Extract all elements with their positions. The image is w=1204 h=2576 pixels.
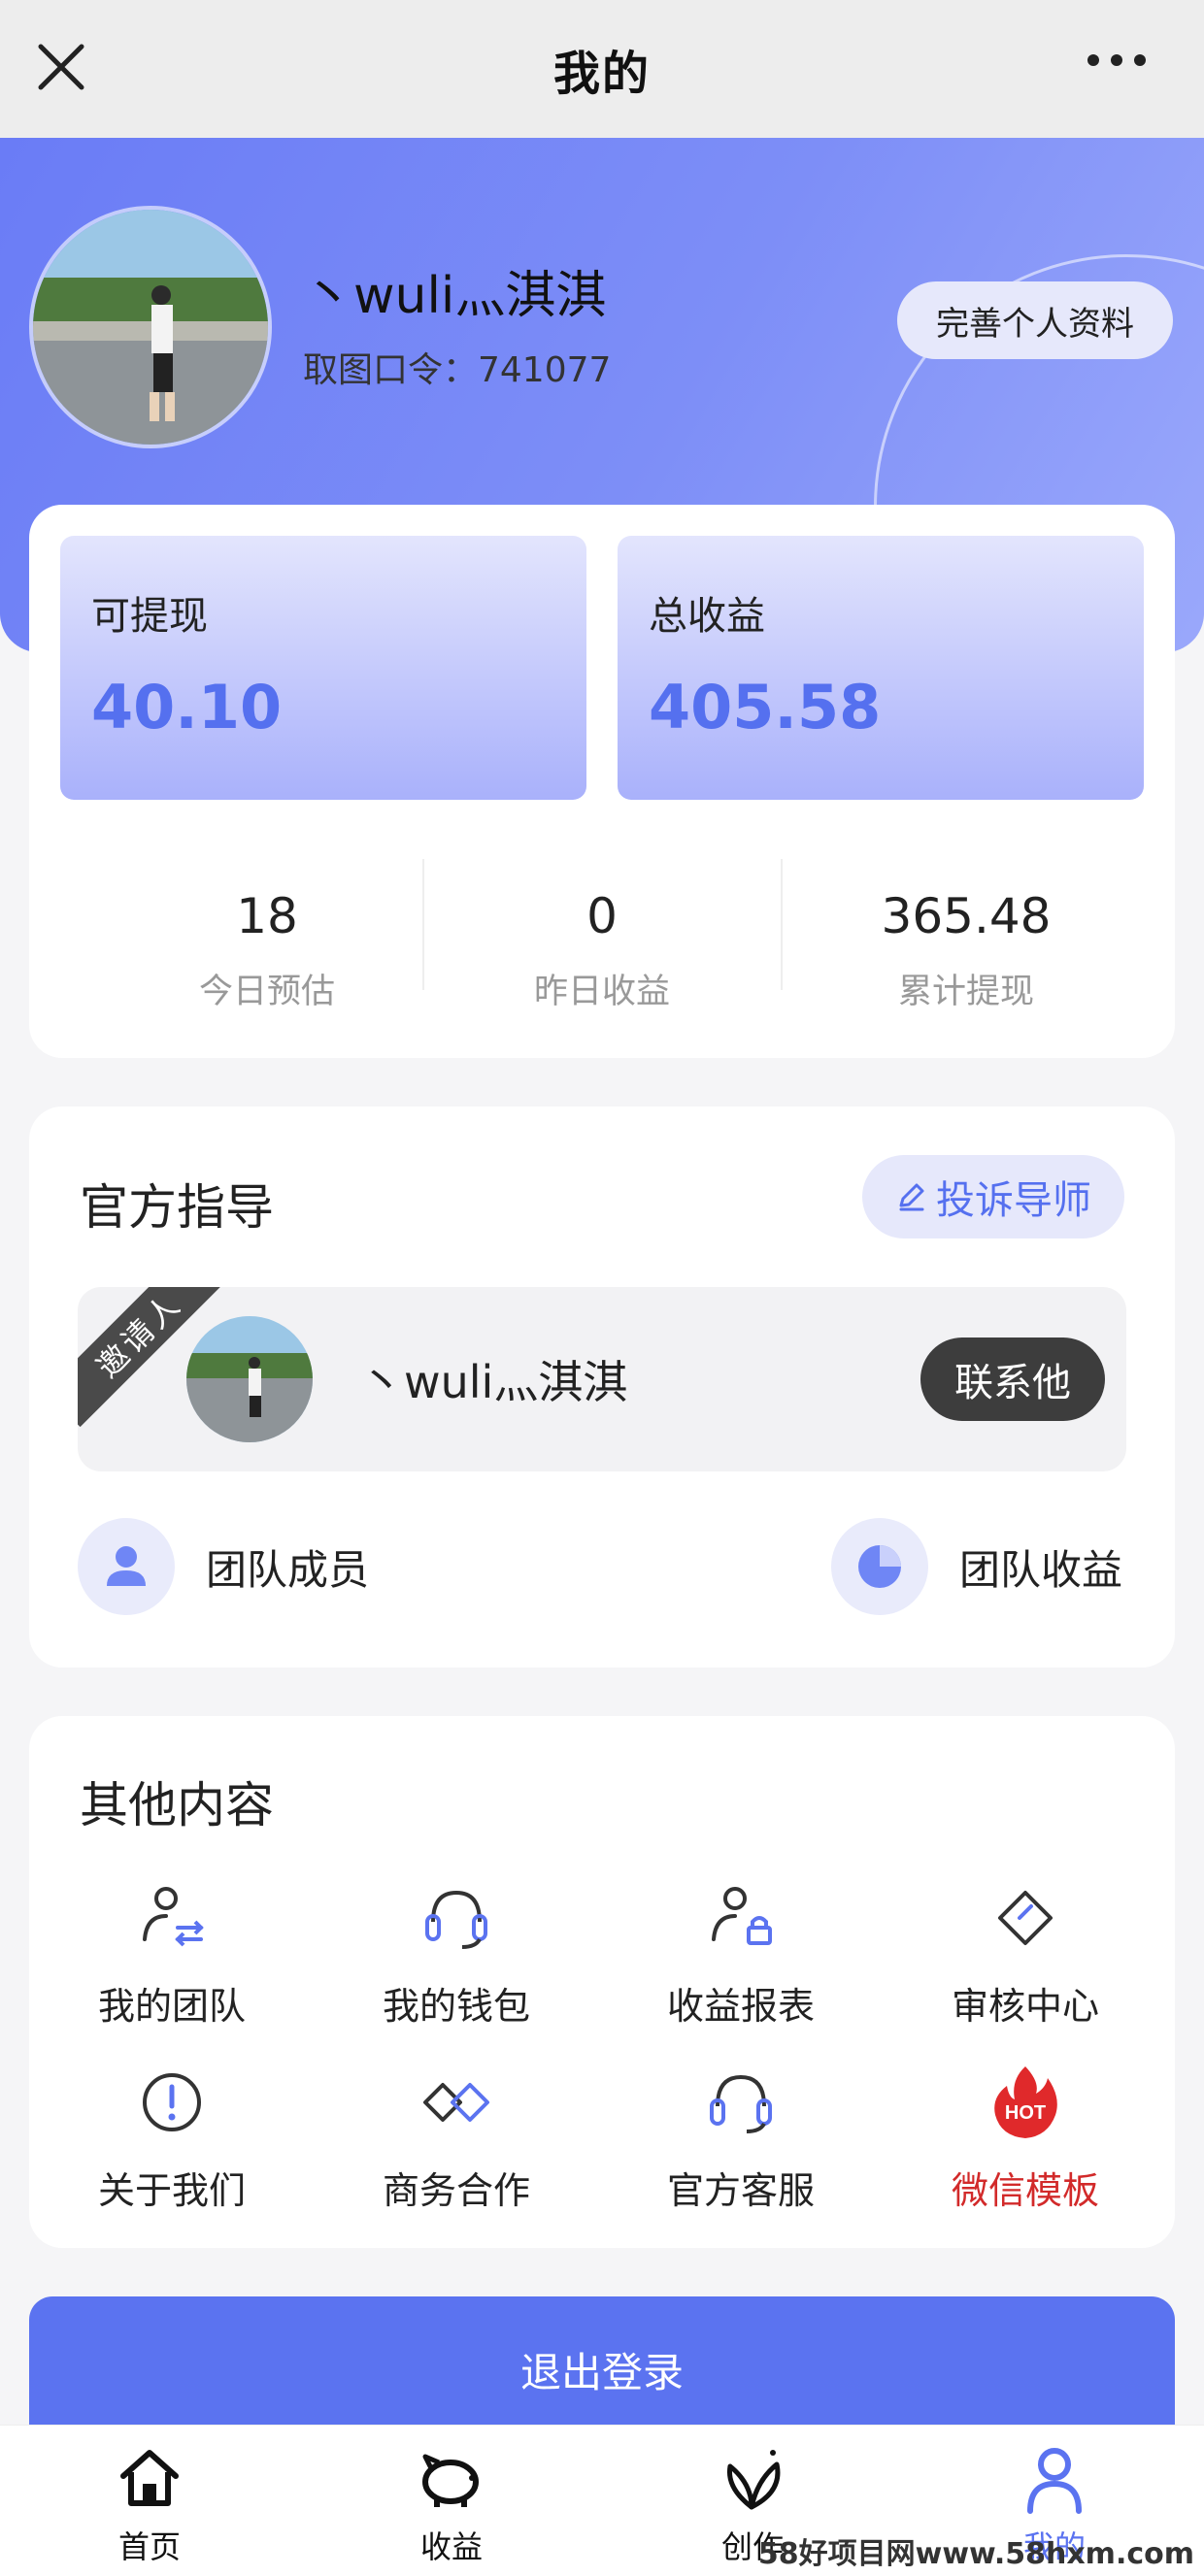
edit-icon (899, 1183, 924, 1211)
inviter-panel: 邀请人 丶wuli灬淇淇 联系他 (78, 1287, 1126, 1471)
close-icon[interactable] (35, 41, 87, 93)
user-icon (1027, 2448, 1082, 2514)
bottom-tab-bar: 首页 收益 创作 我的 58好项目网www.58hxm.com (0, 2425, 1204, 2576)
code-label: 取图口令：741077 (303, 350, 612, 390)
tab-earnings[interactable]: 收益 (374, 2439, 529, 2567)
stat-label: 昨日收益 (533, 973, 670, 1011)
team-members-label: 团队成员 (206, 1545, 370, 1594)
team-earnings-label: 团队收益 (959, 1545, 1123, 1594)
stat-total-withdrawn: 365.48 累计提现 (786, 859, 1146, 1011)
review-icon (998, 1891, 1053, 1945)
complain-mentor-label: 投诉导师 (936, 1179, 1091, 1222)
stat-value: 18 (236, 888, 298, 944)
top-navigation-bar: 我的 (0, 0, 1204, 138)
section-title: 其他内容 (80, 1777, 274, 1833)
divider (781, 859, 783, 990)
complain-mentor-button[interactable]: 投诉导师 (862, 1155, 1124, 1238)
inviter-name: 丶wuli灬淇淇 (359, 1356, 628, 1408)
team-earnings-entry[interactable]: 团队收益 (831, 1518, 1122, 1615)
total-earnings-box[interactable]: 总收益 405.58 (618, 536, 1144, 800)
earnings-card: 可提现 40.10 总收益 405.58 18 今日预估 0 昨日收益 365.… (29, 505, 1175, 1058)
headset-icon (710, 2074, 772, 2133)
person-icon (78, 1518, 175, 1615)
svg-text:HOT: HOT (1005, 2102, 1046, 2124)
total-earnings-value: 405.58 (649, 672, 882, 743)
page-title: 我的 (552, 47, 651, 101)
home-icon (120, 2450, 179, 2506)
item-label: 我的钱包 (382, 1985, 530, 2028)
tab-label: 首页 (117, 2528, 181, 2565)
item-label: 我的团队 (97, 1985, 246, 2028)
more-icon[interactable] (1087, 54, 1146, 66)
withdrawable-box[interactable]: 可提现 40.10 (60, 536, 586, 800)
leaf-icon (726, 2450, 781, 2510)
wechat-template-item[interactable]: HOT 微信模板 (899, 2056, 1152, 2214)
earnings-report-item[interactable]: 收益报表 (615, 1871, 867, 2030)
item-label: 收益报表 (666, 1985, 815, 2028)
handshake-icon (423, 2083, 489, 2122)
hot-icon: HOT (994, 2066, 1057, 2138)
info-icon (143, 2073, 201, 2131)
team-icon (143, 1887, 204, 1947)
about-us-item[interactable]: 关于我们 (46, 2056, 298, 2214)
edit-profile-button[interactable]: 完善个人资料 (897, 281, 1173, 359)
stat-label: 累计提现 (897, 973, 1034, 1011)
stat-today-estimate: 18 今日预估 (87, 859, 447, 1011)
withdrawable-label: 可提现 (91, 594, 208, 639)
team-members-entry[interactable]: 团队成员 (78, 1518, 369, 1615)
review-center-item[interactable]: 审核中心 (899, 1871, 1152, 2030)
watermark: 58好项目网www.58hxm.com (757, 2537, 1194, 2571)
total-earnings-label: 总收益 (649, 594, 765, 639)
tab-label: 收益 (419, 2528, 483, 2565)
customer-service-item[interactable]: 官方客服 (615, 2056, 867, 2214)
official-guidance-card: 官方指导 投诉导师 邀请人 丶wuli灬淇淇 联系他 团队成员 团队收益 (29, 1106, 1175, 1668)
my-team-item[interactable]: 我的团队 (46, 1871, 298, 2030)
my-wallet-item[interactable]: 我的钱包 (330, 1871, 583, 2030)
piggy-icon (422, 2454, 479, 2507)
contact-button[interactable]: 联系他 (920, 1338, 1105, 1421)
section-title: 官方指导 (80, 1179, 274, 1236)
withdrawable-value: 40.10 (91, 672, 283, 743)
item-label: 关于我们 (97, 2169, 246, 2212)
item-label: 微信模板 (951, 2169, 1099, 2212)
item-label: 审核中心 (951, 1985, 1099, 2028)
stat-value: 0 (586, 888, 618, 944)
tab-home[interactable]: 首页 (72, 2439, 227, 2567)
stat-yesterday-earnings: 0 昨日收益 (422, 859, 782, 1011)
pie-chart-icon (831, 1518, 928, 1615)
stat-value: 365.48 (881, 888, 1052, 944)
business-cooperation-item[interactable]: 商务合作 (330, 2056, 583, 2214)
stat-label: 今日预估 (198, 973, 335, 1011)
inviter-avatar (186, 1316, 313, 1442)
report-icon (712, 1887, 772, 1945)
avatar[interactable] (29, 206, 272, 448)
other-content-card: 其他内容 我的团队 我的钱包 收益报表 审核中心 关于我们 商务合作 官方客服 … (29, 1716, 1175, 2248)
item-label: 官方客服 (666, 2169, 815, 2212)
username: 丶wuli灬淇淇 (303, 267, 607, 325)
wallet-icon (425, 1890, 487, 1949)
item-label: 商务合作 (382, 2169, 530, 2212)
